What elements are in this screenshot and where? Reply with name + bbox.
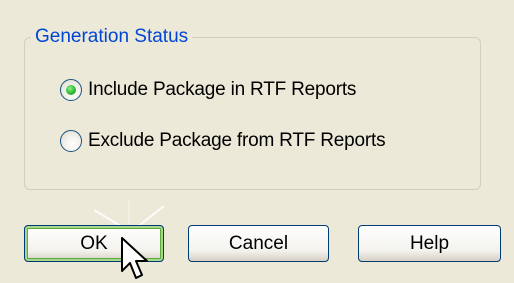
radio-dot-icon [66, 85, 76, 95]
ok-button[interactable]: OK [24, 225, 164, 262]
cancel-button[interactable]: Cancel [188, 225, 329, 262]
generation-status-groupbox [24, 37, 481, 190]
radio-selected-icon[interactable] [60, 79, 82, 101]
exclude-package-radio[interactable]: Exclude Package from RTF Reports [60, 126, 386, 156]
exclude-package-label[interactable]: Exclude Package from RTF Reports [88, 130, 386, 152]
groupbox-title: Generation Status [31, 24, 193, 50]
include-package-radio[interactable]: Include Package in RTF Reports [60, 75, 356, 105]
radio-unselected-icon[interactable] [60, 130, 82, 152]
generation-status-dialog: Generation Status Include Package in RTF… [0, 0, 514, 283]
include-package-label[interactable]: Include Package in RTF Reports [88, 79, 356, 101]
help-button[interactable]: Help [358, 225, 501, 262]
